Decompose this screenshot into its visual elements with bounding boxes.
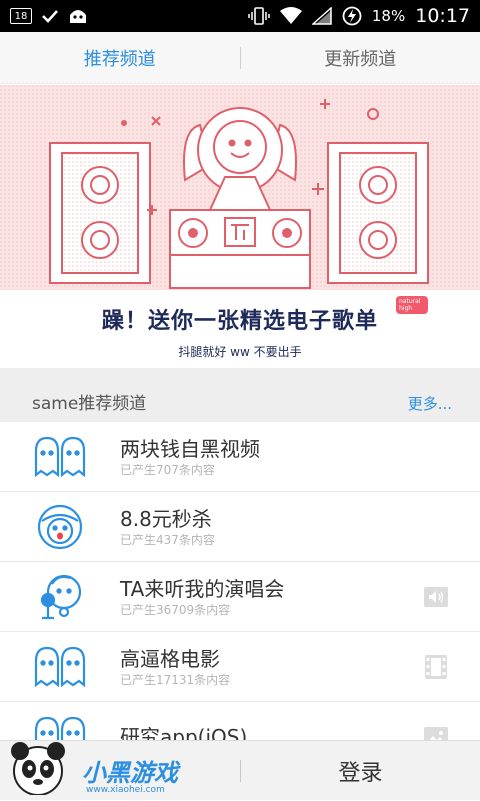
ghost-pair-icon [30, 430, 90, 484]
android-icon [68, 7, 88, 25]
banner-tag-line2: high [399, 305, 425, 312]
more-link[interactable]: 更多... [408, 393, 452, 414]
check-icon [42, 9, 58, 23]
section-header: same推荐频道 更多... [0, 368, 480, 422]
channel-title: 两块钱自黑视频 [120, 436, 260, 462]
channel-title: 高逼格电影 [120, 646, 230, 672]
channel-title: 8.8元秒杀 [120, 506, 215, 532]
list-item[interactable]: TA来听我的演唱会 已产生36709条内容 [0, 562, 480, 632]
watermark-text: 小黑游戏 [82, 753, 178, 788]
signal-icon [312, 7, 332, 25]
list-item[interactable]: 8.8元秒杀 已产生437条内容 [0, 492, 480, 562]
battery-charging-icon [342, 6, 362, 26]
channel-list: 两块钱自黑视频 已产生707条内容 8.8元秒杀 已产生437条内容 [0, 422, 480, 772]
bottom-bar: 小黑游戏 www.xiaohei.com 登录 [0, 740, 480, 800]
tab-recommended[interactable]: 推荐频道 [0, 45, 240, 71]
vibrate-icon [248, 7, 270, 25]
left-speaker-icon [50, 143, 150, 283]
channel-count: 已产生36709条内容 [120, 602, 284, 618]
audio-icon [424, 586, 448, 608]
list-item[interactable]: 高逼格电影 已产生17131条内容 [0, 632, 480, 702]
channel-title: TA来听我的演唱会 [120, 576, 284, 602]
panda-logo-icon [0, 735, 80, 795]
film-icon [424, 656, 448, 678]
channel-count: 已产生707条内容 [120, 462, 260, 478]
login-button[interactable]: 登录 [241, 755, 480, 787]
banner-tag-line1: natural [399, 298, 425, 305]
helmet-face-icon [30, 500, 90, 554]
wifi-icon [280, 7, 302, 25]
channel-tabs: 推荐频道 更新频道 [0, 32, 480, 84]
ghost-pair-icon [30, 640, 90, 694]
channel-count: 已产生17131条内容 [120, 672, 230, 688]
section-title: same推荐频道 [32, 389, 146, 414]
list-item[interactable]: 两块钱自黑视频 已产生707条内容 [0, 422, 480, 492]
battery-percent: 18% [372, 7, 405, 25]
banner-subtitle: 抖腿就好 ww 不要出手 [0, 343, 480, 360]
promo-banner[interactable]: 躁！送你一张精选电子歌单 natural high 抖腿就好 ww 不要出手 [0, 85, 480, 368]
banner-illustration [0, 85, 480, 290]
tab-updated[interactable]: 更新频道 [241, 45, 480, 71]
watermark-url: www.xiaohei.com [86, 785, 165, 795]
channel-count: 已产生437条内容 [120, 532, 215, 548]
status-bar: 18 18% 10:17 [0, 0, 480, 32]
notification-count-icon: 18 [10, 8, 32, 24]
banner-tag: natural high [396, 296, 428, 314]
watermark: 小黑游戏 www.xiaohei.com [0, 741, 240, 801]
right-speaker-icon [328, 143, 428, 283]
clock: 10:17 [415, 5, 470, 27]
singer-icon [30, 570, 90, 624]
